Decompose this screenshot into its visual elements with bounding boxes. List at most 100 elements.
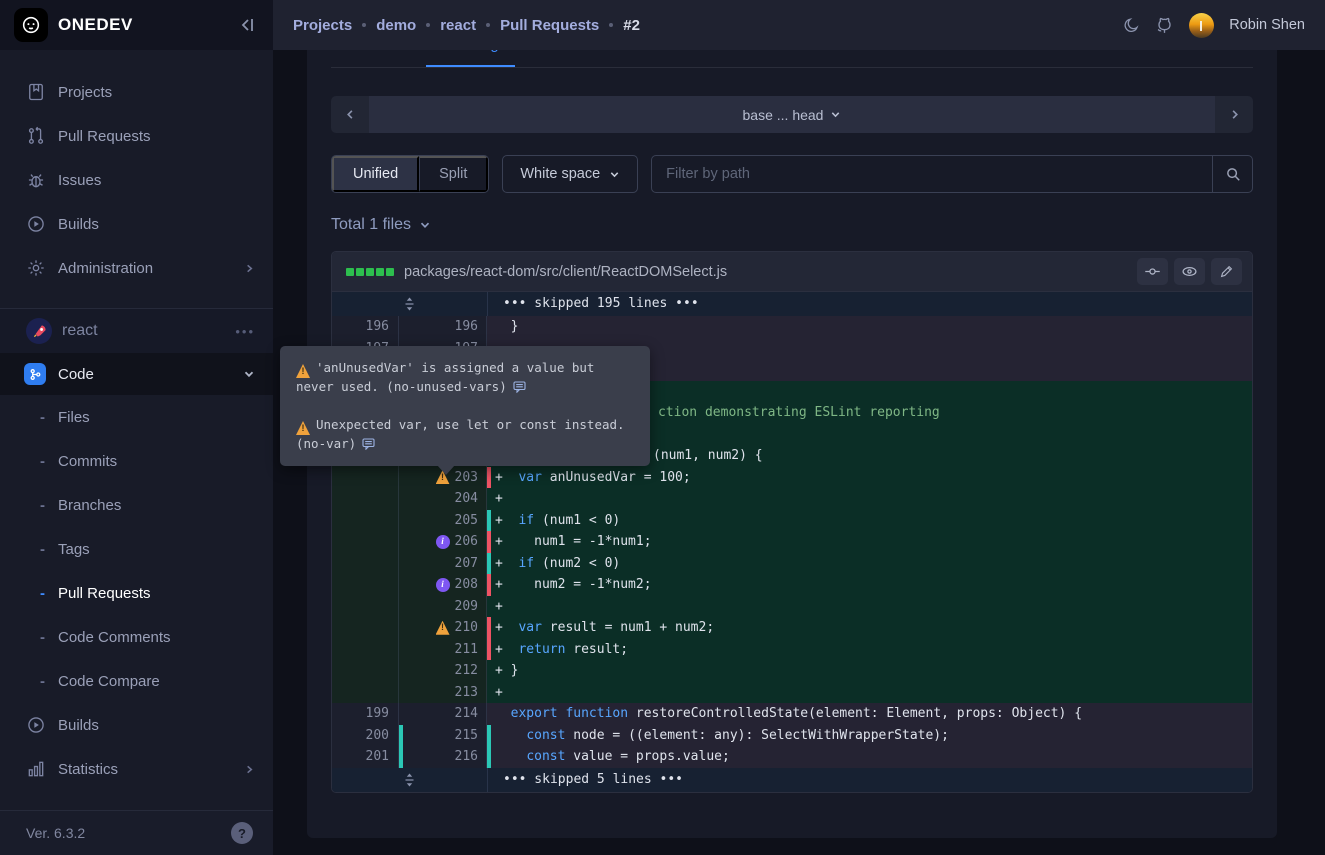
line-number-text: 210 (455, 617, 478, 639)
sidebar-item-issues[interactable]: Issues (0, 158, 273, 202)
sidebar-item-statistics[interactable]: Statistics (0, 747, 273, 791)
old-line-number[interactable] (332, 488, 399, 510)
info-icon[interactable]: i (436, 578, 450, 592)
new-line-number[interactable]: 213 (399, 682, 487, 704)
code-token: (num1, num2) { (653, 448, 763, 463)
old-line-number[interactable] (332, 510, 399, 532)
sidebar-item-branches[interactable]: -Branches (0, 483, 273, 527)
sidebar-item-label: Commits (58, 453, 117, 470)
old-line-number[interactable]: 199 (332, 703, 399, 725)
commit-icon[interactable] (1137, 258, 1168, 285)
path-filter-input[interactable] (652, 156, 1212, 192)
new-line-number[interactable]: 215 (399, 725, 487, 747)
old-line-number[interactable] (332, 660, 399, 682)
github-icon[interactable] (1155, 16, 1174, 35)
warning-icon[interactable]: ! (296, 364, 310, 378)
chevron-down-icon (243, 368, 255, 380)
sidebar-collapse-icon[interactable] (239, 16, 257, 34)
new-line-number[interactable]: 212 (399, 660, 487, 682)
help-icon[interactable]: ? (231, 822, 253, 844)
new-line-number[interactable]: 196 (399, 316, 487, 338)
sidebar-item-projects[interactable]: Projects (0, 70, 273, 114)
project-more-icon[interactable]: ••• (235, 324, 255, 339)
breadcrumb-react[interactable]: react (440, 17, 476, 34)
breadcrumb-pull-requests[interactable]: Pull Requests (500, 17, 599, 34)
new-line-number[interactable]: 205 (399, 510, 487, 532)
whitespace-dropdown[interactable]: White space (502, 155, 638, 193)
old-line-number[interactable] (332, 596, 399, 618)
new-line-number[interactable]: 216 (399, 746, 487, 768)
sidebar-item-files[interactable]: -Files (0, 395, 273, 439)
whitespace-label: White space (520, 166, 600, 182)
code-line: + num1 = -1*num1; (487, 531, 1252, 553)
old-line-number[interactable]: 201 (332, 746, 399, 768)
line-number-text: 212 (455, 660, 478, 682)
new-line-number[interactable]: ! 210 (399, 617, 487, 639)
total-files-toggle[interactable]: Total 1 files (331, 216, 431, 234)
code-section-label: Code (58, 366, 94, 383)
old-line-number[interactable] (332, 682, 399, 704)
comment-icon[interactable] (362, 438, 375, 450)
new-line-number[interactable]: 207 (399, 553, 487, 575)
edit-pencil-icon[interactable] (1211, 258, 1242, 285)
sidebar-item-pull-requests[interactable]: Pull Requests (0, 114, 273, 158)
breadcrumb: ProjectsdemoreactPull Requests#2 (293, 17, 640, 34)
warning-icon[interactable]: ! (296, 421, 310, 435)
comment-icon[interactable] (513, 381, 526, 393)
new-line-number[interactable]: 211 (399, 639, 487, 661)
old-line-number[interactable] (332, 531, 399, 553)
breadcrumb-projects[interactable]: Projects (293, 17, 352, 34)
old-line-number[interactable]: 200 (332, 725, 399, 747)
new-line-number[interactable]: i206 (399, 531, 487, 553)
new-line-number[interactable]: 214 (399, 703, 487, 725)
diff-controls: UnifiedSplit White space (331, 155, 1253, 193)
sidebar-item-tags[interactable]: -Tags (0, 527, 273, 571)
line-number-text: 214 (455, 703, 478, 725)
dark-mode-moon-icon[interactable] (1123, 17, 1140, 34)
code-token: result = num1 + num2; (542, 620, 714, 635)
old-line-number[interactable]: 196 (332, 316, 399, 338)
sidebar-item-label: Statistics (58, 761, 118, 778)
prev-commit-button[interactable] (331, 96, 369, 133)
sidebar-item-commits[interactable]: -Commits (0, 439, 273, 483)
old-line-number[interactable] (332, 574, 399, 596)
sidebar-section-code[interactable]: Code (0, 353, 273, 395)
sidebar-item-builds[interactable]: Builds (0, 703, 273, 747)
warning-icon[interactable]: ! (436, 621, 450, 635)
search-icon[interactable] (1212, 156, 1252, 192)
sidebar-item-pull-requests[interactable]: -Pull Requests (0, 571, 273, 615)
view-file-eye-icon[interactable] (1174, 258, 1205, 285)
book-icon (26, 82, 46, 102)
coverage-bar (487, 467, 491, 489)
user-avatar[interactable] (1189, 13, 1214, 38)
sidebar-item-label: Files (58, 409, 90, 426)
new-line-number[interactable]: i208 (399, 574, 487, 596)
expand-lines-icon[interactable] (403, 773, 416, 787)
info-icon[interactable]: i (436, 535, 450, 549)
line-number-text: 211 (455, 639, 478, 661)
code-token: export (511, 706, 558, 721)
skipped-lines-label: ••• skipped 5 lines ••• (488, 768, 1252, 792)
code-token: + (495, 491, 503, 506)
sidebar-item-code-compare[interactable]: -Code Compare (0, 659, 273, 703)
unified-button[interactable]: Unified (332, 156, 419, 192)
problem-tooltip: !'anUnusedVar' is assigned a value but n… (280, 346, 650, 466)
split-button[interactable]: Split (419, 156, 488, 192)
sidebar-item-administration[interactable]: Administration (0, 246, 273, 290)
revision-range-selector[interactable]: base ... head (369, 96, 1215, 133)
old-line-number[interactable] (332, 467, 399, 489)
app: ONEDEV ProjectsPull RequestsIssuesBuilds… (0, 0, 1325, 855)
new-line-number[interactable]: 209 (399, 596, 487, 618)
sidebar-project-react[interactable]: react ••• (0, 309, 273, 353)
old-line-number[interactable] (332, 617, 399, 639)
dash-icon: - (40, 629, 48, 646)
sidebar-item-builds[interactable]: Builds (0, 202, 273, 246)
old-line-number[interactable] (332, 639, 399, 661)
expand-lines-icon[interactable] (403, 297, 416, 311)
next-commit-button[interactable] (1215, 96, 1253, 133)
breadcrumb-demo[interactable]: demo (376, 17, 416, 34)
onedev-logo-icon[interactable] (14, 8, 48, 42)
sidebar-item-code-comments[interactable]: -Code Comments (0, 615, 273, 659)
old-line-number[interactable] (332, 553, 399, 575)
new-line-number[interactable]: 204 (399, 488, 487, 510)
